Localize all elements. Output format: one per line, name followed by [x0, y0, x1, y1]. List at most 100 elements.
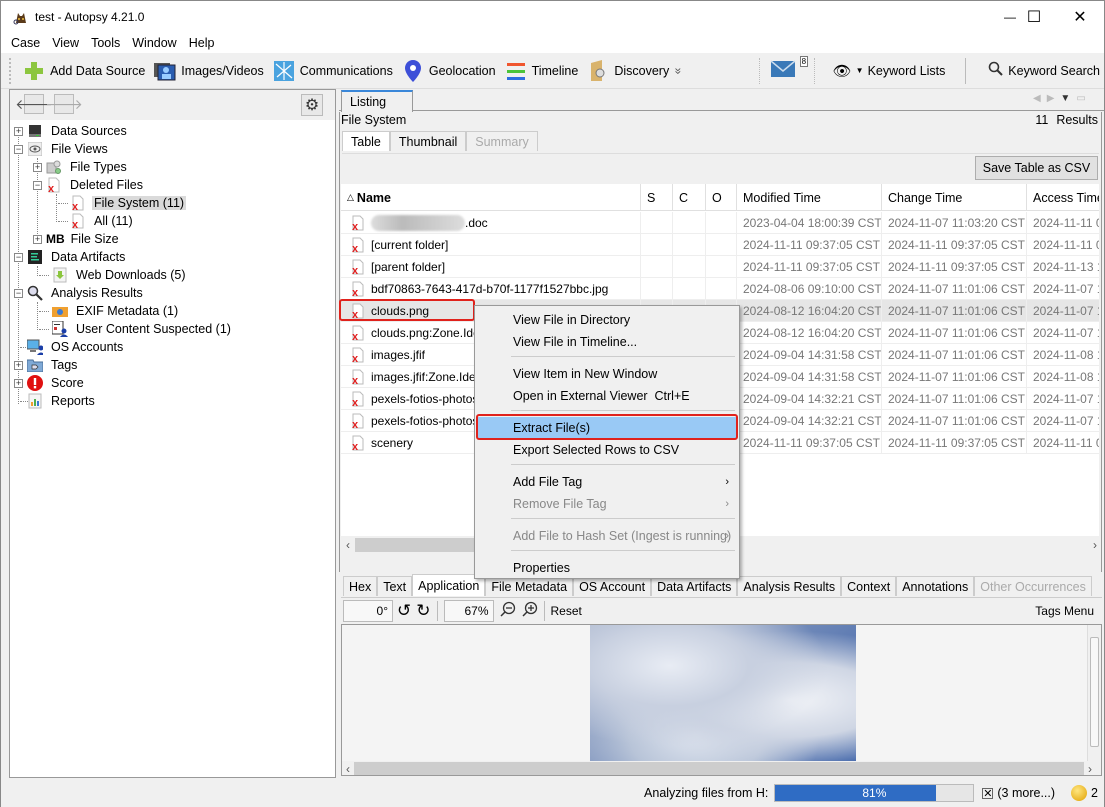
expand-icon[interactable]: +: [14, 360, 23, 370]
collapse-icon[interactable]: −: [14, 144, 23, 154]
rotate-right-icon[interactable]: ↻: [416, 601, 430, 621]
collapse-icon[interactable]: −: [14, 252, 23, 262]
tree-item-exif-metadata[interactable]: EXIF Metadata (1): [52, 302, 180, 320]
zoom-in-icon[interactable]: [521, 601, 538, 620]
settings-button[interactable]: ⚙: [301, 94, 323, 116]
tab-right-icon[interactable]: ▶: [1047, 93, 1061, 104]
table-row[interactable]: x [parent folder] 2024-11-11 09:37:05 CST 2…: [341, 256, 1099, 278]
expand-icon[interactable]: +: [14, 378, 23, 388]
expand-icon[interactable]: +: [14, 126, 23, 136]
menu-item-add-file-to-hash-set-ingest-is-running[interactable]: Add File to Hash Set (Ingest is running)…: [477, 525, 737, 547]
geolocation-button[interactable]: Geolocation: [397, 56, 500, 86]
column-access-time[interactable]: Access Time: [1027, 184, 1099, 211]
toolbar-overflow-icon[interactable]: »: [672, 67, 686, 74]
menu-item-properties[interactable]: Properties: [477, 557, 737, 579]
tree-item-file-views[interactable]: − File Views: [14, 140, 110, 158]
maximize-button[interactable]: ☐: [1011, 1, 1057, 33]
tree-item-file-size[interactable]: + MB File Size: [33, 230, 121, 248]
table-row[interactable]: x .doc 2023-04-04 18:00:39 CST 2024-11-07 1…: [341, 212, 1099, 234]
viewer-tab-other-occurrences[interactable]: Other Occurrences: [974, 576, 1092, 596]
back-button[interactable]: 🡐: [15, 94, 53, 114]
menu-window[interactable]: Window: [126, 36, 182, 50]
tree-item-data-artifacts[interactable]: − Data Artifacts: [14, 248, 127, 266]
tree-item-file-system[interactable]: x File System (11): [70, 194, 187, 212]
viewer-tab-os-account[interactable]: OS Account: [573, 576, 652, 596]
menu-view[interactable]: View: [46, 36, 85, 50]
viewer-tab-data-artifacts[interactable]: Data Artifacts: [651, 576, 738, 596]
tree-item-user-content-suspected[interactable]: User Content Suspected (1): [52, 320, 233, 338]
column-occurrences[interactable]: O: [706, 184, 737, 211]
viewer-hscroll-thumb[interactable]: [354, 762, 1084, 775]
forward-button[interactable]: 🡒: [45, 94, 83, 114]
viewer-tab-text[interactable]: Text: [377, 576, 413, 596]
subtab-summary[interactable]: Summary: [466, 131, 538, 151]
viewer-scroll-right-icon[interactable]: ›: [1084, 762, 1096, 775]
menu-item-view-item-in-new-window[interactable]: View Item in New Window: [477, 363, 737, 385]
viewer-tab-context[interactable]: Context: [841, 576, 897, 596]
menu-item-open-in-external-viewer-ctrl-e[interactable]: Open in External Viewer Ctrl+E: [477, 385, 737, 407]
collapse-icon[interactable]: −: [14, 288, 23, 298]
tab-dropdown-icon[interactable]: ▼: [1060, 93, 1076, 104]
expand-icon[interactable]: +: [33, 234, 42, 244]
cancel-ingest-icon[interactable]: ✕: [982, 787, 994, 800]
menu-item-view-file-in-timeline[interactable]: View File in Timeline...: [477, 331, 737, 353]
notifications-mail-button[interactable]: 8: [766, 55, 809, 86]
keyword-search-button[interactable]: Keyword Search: [984, 56, 1104, 86]
viewer-scroll-left-icon[interactable]: ‹: [342, 762, 354, 775]
collapse-icon[interactable]: −: [33, 180, 42, 190]
notification-bulb-icon[interactable]: [1071, 785, 1088, 801]
close-button[interactable]: ✕: [1057, 1, 1103, 33]
viewer-tab-file-metadata[interactable]: File Metadata: [485, 576, 574, 596]
tree-item-reports[interactable]: Reports: [27, 392, 97, 410]
tree-item-web-downloads[interactable]: Web Downloads (5): [52, 266, 188, 284]
menu-item-view-file-in-directory[interactable]: View File in Directory: [477, 309, 737, 331]
viewer-tab-analysis-results[interactable]: Analysis Results: [737, 576, 842, 596]
table-row[interactable]: x bdf70863-7643-417d-b70f-1177f1527bbc.jp…: [341, 278, 1099, 300]
rotate-left-icon[interactable]: ↺: [397, 601, 411, 621]
tree-item-data-sources[interactable]: + Data Sources: [14, 122, 129, 140]
menu-help[interactable]: Help: [183, 36, 221, 50]
table-row[interactable]: x [current folder] 2024-11-11 09:37:05 CST…: [341, 234, 1099, 256]
discovery-button[interactable]: Discovery: [582, 56, 673, 86]
menu-tools[interactable]: Tools: [85, 36, 126, 50]
scrollbar-thumb[interactable]: [355, 538, 475, 552]
viewer-horizontal-scrollbar[interactable]: ‹ ›: [342, 761, 1101, 775]
subtab-table[interactable]: Table: [342, 131, 390, 151]
expand-icon[interactable]: +: [33, 162, 42, 172]
subtab-thumbnail[interactable]: Thumbnail: [389, 131, 467, 151]
tab-maximize-icon[interactable]: ▭: [1076, 93, 1091, 104]
menu-item-export-selected-rows-to-csv[interactable]: Export Selected Rows to CSV: [477, 439, 737, 461]
zoom-field[interactable]: 67%: [443, 599, 494, 622]
tree-item-tags[interactable]: + Tags: [14, 356, 79, 374]
tree-item-deleted-files[interactable]: − x Deleted Files: [33, 176, 145, 194]
menu-item-remove-file-tag[interactable]: Remove File Tag ›: [477, 493, 737, 515]
tree-item-score[interactable]: + Score: [14, 374, 86, 392]
zoom-out-icon[interactable]: [499, 601, 516, 620]
ingest-progress-bar[interactable]: 81%: [774, 784, 975, 802]
column-modified-time[interactable]: Modified Time: [737, 184, 882, 211]
viewer-vertical-scrollbar[interactable]: [1087, 625, 1101, 761]
menu-item-add-file-tag[interactable]: Add File Tag ›: [477, 471, 737, 493]
tab-listing[interactable]: Listing: [341, 90, 413, 112]
rotation-field[interactable]: 0°: [343, 599, 393, 622]
column-name[interactable]: △ Name: [341, 184, 641, 211]
viewer-tab-annotations[interactable]: Annotations: [896, 576, 975, 596]
tree-item-file-types[interactable]: + File Types: [33, 158, 129, 176]
more-tasks-link[interactable]: (3 more...): [997, 786, 1055, 800]
tags-menu-button[interactable]: Tags Menu: [1035, 604, 1094, 618]
images-videos-button[interactable]: Images/Videos: [149, 56, 267, 86]
viewer-tab-hex[interactable]: Hex: [343, 576, 378, 596]
scroll-left-icon[interactable]: ‹: [341, 538, 355, 552]
column-change-time[interactable]: Change Time: [882, 184, 1027, 211]
keyword-lists-button[interactable]: 👁 ▼ Keyword Lists: [829, 56, 950, 86]
reset-button[interactable]: Reset: [551, 604, 582, 618]
communications-button[interactable]: Communications: [268, 56, 397, 86]
tree-item-os-accounts[interactable]: OS Accounts: [27, 338, 125, 356]
tree-item-analysis-results[interactable]: − Analysis Results: [14, 284, 145, 302]
scroll-right-icon[interactable]: ›: [1093, 538, 1097, 552]
column-score[interactable]: S: [641, 184, 673, 211]
column-comment[interactable]: C: [673, 184, 706, 211]
tab-left-icon[interactable]: ◀: [1033, 93, 1047, 104]
viewer-vscroll-thumb[interactable]: [1090, 637, 1099, 747]
menu-case[interactable]: Case: [5, 36, 46, 50]
